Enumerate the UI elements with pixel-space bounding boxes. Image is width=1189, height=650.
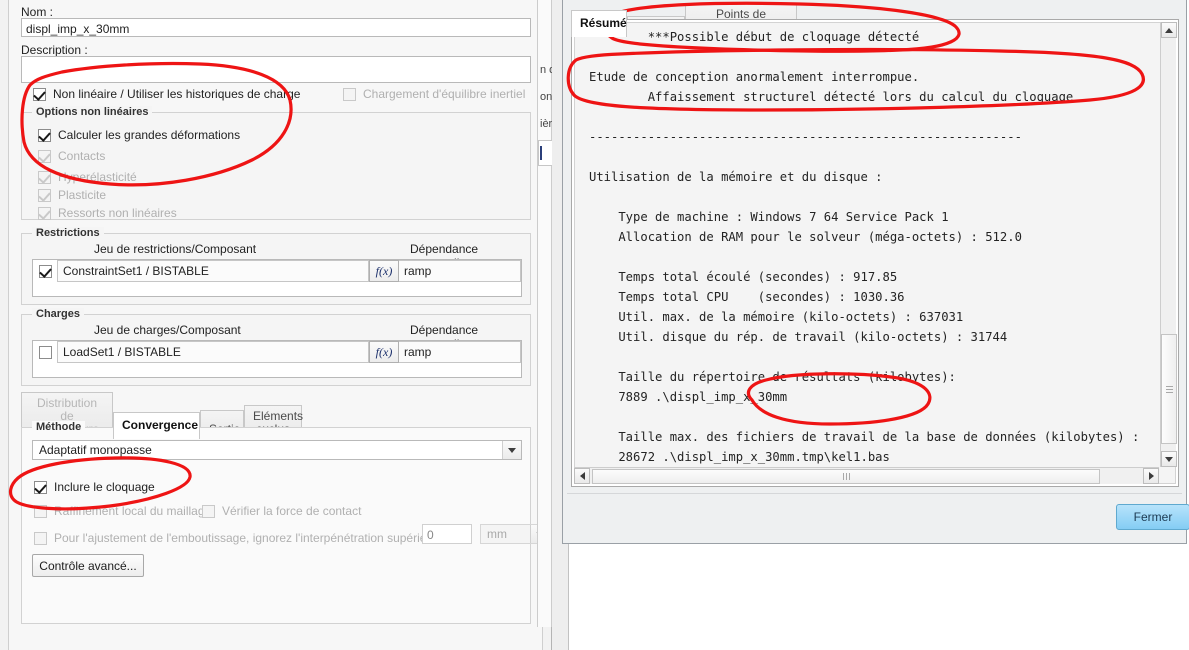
- contacts-row: Contacts: [38, 149, 105, 163]
- load-fx-button[interactable]: f(x): [369, 341, 399, 363]
- nonlinear-springs-row: Ressorts non linéaires: [38, 206, 177, 220]
- stamping-adjust-row: Pour l'ajustement de l'emboutissage, ign…: [34, 531, 460, 545]
- log-output-inner: ***Possible début de cloquage détecté Et…: [574, 22, 1176, 484]
- plasticity-row: Plasticite: [38, 188, 106, 202]
- local-mesh-refinement-checkbox: [34, 504, 47, 518]
- loads-list[interactable]: LoadSet1 / BISTABLE f(x) ramp: [32, 340, 522, 378]
- stamping-value-input: 0: [422, 524, 472, 544]
- background-window-sliver: n d ons ière: [537, 0, 558, 627]
- restriction-row-dependency[interactable]: ramp: [399, 260, 521, 282]
- nonlinear-springs-label: Ressorts non linéaires: [58, 206, 177, 220]
- inertial-relief-checkbox-row: Chargement d'équilibre inertiel: [343, 87, 525, 101]
- tab-convergence-label: Convergence: [122, 418, 199, 432]
- restrictions-list[interactable]: ConstraintSet1 / BISTABLE f(x) ramp: [32, 259, 522, 297]
- background-cursor-sliver: [540, 146, 542, 160]
- restrictions-col1-header: Jeu de restrictions/Composant: [94, 242, 257, 256]
- local-mesh-refinement-label: Raffinement local du maillage: [54, 504, 212, 518]
- inertial-relief-checkbox: [343, 87, 356, 101]
- method-combo[interactable]: Adaptatif monopasse: [32, 440, 522, 460]
- method-group-title: Méthode: [32, 421, 86, 433]
- table-row[interactable]: ConstraintSet1 / BISTABLE f(x) ramp: [33, 260, 521, 282]
- method-group: Méthode Adaptatif monopasse Inclure le c…: [21, 421, 550, 624]
- nonlinear-checkbox-label: Non linéaire / Utiliser les historiques …: [53, 87, 301, 101]
- scroll-down-arrow-icon[interactable]: [1161, 451, 1177, 467]
- stamping-unit-value: mm: [487, 527, 507, 541]
- loads-group: Charges Jeu de charges/Composant Dépenda…: [21, 308, 531, 386]
- stamping-adjust-checkbox: [34, 531, 47, 545]
- screen-root: Nom : displ_imp_x_30mm Description : Non…: [0, 0, 1189, 650]
- inertial-relief-label: Chargement d'équilibre inertiel: [363, 87, 526, 101]
- tab-convergence[interactable]: Convergence: [113, 412, 200, 439]
- restriction-fx-button[interactable]: f(x): [369, 260, 399, 282]
- check-contact-force-label: Vérifier la force de contact: [222, 504, 362, 518]
- large-deformations-checkbox[interactable]: [38, 128, 51, 142]
- include-buckling-label: Inclure le cloquage: [54, 480, 155, 494]
- results-summary-dialog: Résumé Journal Points de contrôle ***Pos…: [562, 0, 1189, 544]
- load-row-dependency[interactable]: ramp: [399, 341, 521, 363]
- hyperelasticity-label: Hyperélasticité: [58, 170, 137, 184]
- log-output-text: ***Possible début de cloquage détecté Et…: [589, 30, 1140, 483]
- log-vertical-scroll-thumb[interactable]: [1161, 334, 1177, 444]
- restriction-row-checkbox-cell[interactable]: [33, 260, 57, 282]
- method-combo-value: Adaptatif monopasse: [39, 443, 152, 457]
- large-deformations-label: Calculer les grandes déformations: [58, 128, 241, 142]
- check-contact-force-checkbox: [202, 504, 215, 518]
- nonlinear-checkbox-row[interactable]: Non linéaire / Utiliser les historiques …: [33, 87, 300, 101]
- tab-resume[interactable]: Résumé: [571, 10, 627, 37]
- scroll-left-arrow-icon[interactable]: [574, 468, 590, 484]
- log-output-panel: ***Possible début de cloquage détecté Et…: [571, 19, 1179, 487]
- scroll-right-arrow-icon[interactable]: [1143, 468, 1159, 484]
- stamping-adjust-label: Pour l'ajustement de l'emboutissage, ign…: [54, 531, 461, 545]
- load-row-checkbox[interactable]: [38, 345, 52, 359]
- include-buckling-checkbox[interactable]: [34, 480, 47, 494]
- analysis-definition-panel: Nom : displ_imp_x_30mm Description : Non…: [0, 0, 552, 650]
- restriction-row-name[interactable]: ConstraintSet1 / BISTABLE: [57, 260, 369, 282]
- loads-col1-header: Jeu de charges/Composant: [94, 323, 241, 337]
- name-label: Nom :: [21, 5, 54, 19]
- hyperelasticity-row: Hyperélasticité: [38, 170, 137, 184]
- description-label: Description :: [21, 43, 88, 57]
- close-button[interactable]: Fermer: [1116, 504, 1189, 530]
- nonlinear-options-group-title: Options non linéaires: [32, 106, 153, 118]
- nonlinear-options-group: Options non linéaires Calculer les grand…: [21, 106, 531, 220]
- nonlinear-checkbox[interactable]: [33, 87, 46, 101]
- loads-group-title: Charges: [32, 308, 85, 320]
- local-mesh-refinement-row: Raffinement local du maillage: [34, 504, 211, 518]
- log-vertical-scrollbar[interactable]: [1160, 22, 1177, 467]
- table-row[interactable]: LoadSet1 / BISTABLE f(x) ramp: [33, 341, 521, 363]
- plasticity-label: Plasticite: [58, 188, 107, 202]
- restriction-row-checkbox[interactable]: [38, 264, 52, 278]
- name-input[interactable]: displ_imp_x_30mm: [21, 18, 531, 37]
- advanced-control-button[interactable]: Contrôle avancé...: [32, 554, 144, 577]
- hyperelasticity-checkbox: [38, 170, 51, 184]
- nonlinear-springs-checkbox: [38, 206, 51, 220]
- large-deformations-row[interactable]: Calculer les grandes déformations: [38, 128, 240, 142]
- contacts-label: Contacts: [58, 149, 106, 163]
- load-row-checkbox-cell[interactable]: [33, 341, 57, 363]
- load-row-name[interactable]: LoadSet1 / BISTABLE: [57, 341, 369, 363]
- tab-resume-label: Résumé: [580, 16, 627, 30]
- chevron-down-icon[interactable]: [502, 441, 521, 459]
- restrictions-group-title: Restrictions: [32, 227, 104, 239]
- description-input[interactable]: [21, 56, 531, 83]
- scroll-up-arrow-icon[interactable]: [1161, 22, 1177, 38]
- contacts-checkbox: [38, 149, 51, 163]
- log-horizontal-scrollbar[interactable]: [574, 467, 1159, 484]
- check-contact-force-row: Vérifier la force de contact: [202, 504, 361, 518]
- include-buckling-row[interactable]: Inclure le cloquage: [34, 480, 155, 494]
- dialog-footer: Fermer: [567, 493, 1189, 539]
- log-horizontal-scroll-thumb[interactable]: [592, 468, 1100, 484]
- restrictions-group: Restrictions Jeu de restrictions/Composa…: [21, 227, 531, 305]
- plasticity-checkbox: [38, 188, 51, 202]
- analysis-definition-inner: Nom : displ_imp_x_30mm Description : Non…: [8, 0, 550, 650]
